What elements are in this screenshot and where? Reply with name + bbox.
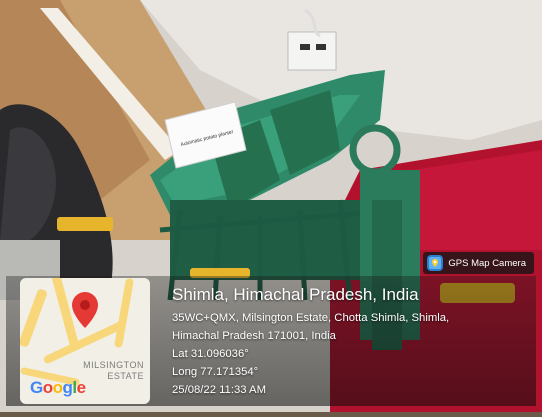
city-title: Shimla, Himachal Pradesh, India [172, 285, 419, 304]
map-pin-icon [72, 292, 98, 328]
map-road [20, 288, 48, 348]
svg-text:Automatic potato planter: Automatic potato planter [180, 129, 234, 148]
gps-map-camera-badge: GPS Map Camera [423, 252, 534, 274]
google-logo: Google [30, 378, 86, 397]
map-road [113, 278, 135, 349]
longitude: Long 77.171354° [172, 366, 259, 378]
machine-sign: Automatic potato planter [180, 129, 234, 148]
badge-label: GPS Map Camera [448, 257, 526, 269]
latitude: Lat 31.096036° [172, 348, 249, 360]
address-line-2: Himachal Pradesh 171001, India [172, 330, 336, 342]
location-map: MILSINGTON ESTATE Google [20, 278, 150, 404]
datetime: 25/08/22 11:33 AM [172, 384, 267, 396]
map-area-label: MILSINGTON ESTATE [83, 360, 144, 381]
location-info: Shimla, Himachal Pradesh, India 35WC+QMX… [172, 285, 449, 399]
gps-map-camera-icon [427, 255, 444, 271]
address-line-1: 35WC+QMX, Milsington Estate, Chotta Shim… [172, 312, 450, 324]
